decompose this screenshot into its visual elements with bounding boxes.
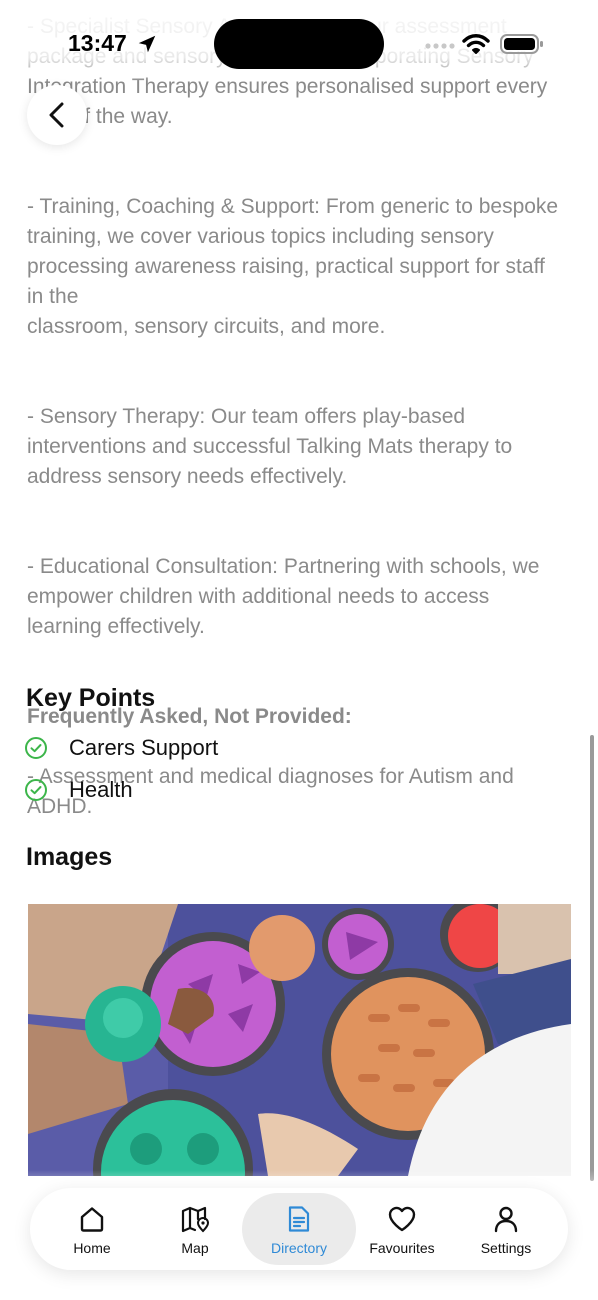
scrollbar[interactable] bbox=[590, 735, 594, 1181]
tab-directory[interactable]: Directory bbox=[244, 1190, 354, 1268]
tab-home-label: Home bbox=[73, 1240, 111, 1256]
description-paragraph: - Educational Consultation: Partnering w… bbox=[27, 555, 540, 638]
key-point-item: Health bbox=[24, 777, 133, 803]
back-button[interactable] bbox=[27, 85, 87, 145]
key-points-title: Key Points bbox=[26, 684, 156, 712]
gallery-image[interactable] bbox=[28, 904, 571, 1176]
tab-directory-label: Directory bbox=[270, 1240, 327, 1256]
images-title: Images bbox=[26, 843, 113, 871]
home-icon bbox=[80, 1207, 104, 1232]
tab-favourites[interactable]: Favourites bbox=[347, 1190, 457, 1268]
description-text: - Specialist Sensory Assessments: Our as… bbox=[27, 0, 567, 852]
battery-icon bbox=[500, 34, 543, 54]
heart-icon bbox=[388, 1206, 416, 1232]
detail-screen: - Specialist Sensory Assessments: Our as… bbox=[0, 0, 598, 1300]
description-paragraph: - Training, Coaching & Support: From gen… bbox=[27, 195, 559, 338]
description-paragraph: - Sensory Therapy: Our team offers play-… bbox=[27, 405, 513, 488]
wifi-icon bbox=[462, 34, 490, 54]
key-point-label: Carers Support bbox=[69, 735, 219, 760]
tab-settings[interactable]: Settings bbox=[451, 1190, 561, 1268]
tab-settings-label: Settings bbox=[480, 1240, 532, 1256]
status-time: 13:47 bbox=[68, 30, 127, 56]
tab-favourites-label: Favourites bbox=[369, 1240, 435, 1256]
key-point-item: Carers Support bbox=[24, 735, 218, 761]
tab-map-label: Map bbox=[181, 1240, 209, 1256]
person-icon bbox=[494, 1206, 518, 1233]
sensory-toys-photo bbox=[28, 904, 571, 1176]
cellular-signal-icon bbox=[425, 43, 455, 49]
map-icon bbox=[181, 1206, 210, 1233]
dynamic-island bbox=[214, 19, 384, 69]
key-point-label: Health bbox=[69, 777, 133, 802]
directory-icon bbox=[288, 1206, 310, 1232]
tab-home[interactable]: Home bbox=[37, 1190, 147, 1268]
check-circle-icon bbox=[25, 737, 47, 759]
tab-map[interactable]: Map bbox=[140, 1190, 250, 1268]
location-arrow-icon bbox=[138, 35, 156, 53]
chevron-left-icon bbox=[49, 102, 64, 128]
check-circle-icon bbox=[25, 779, 47, 801]
